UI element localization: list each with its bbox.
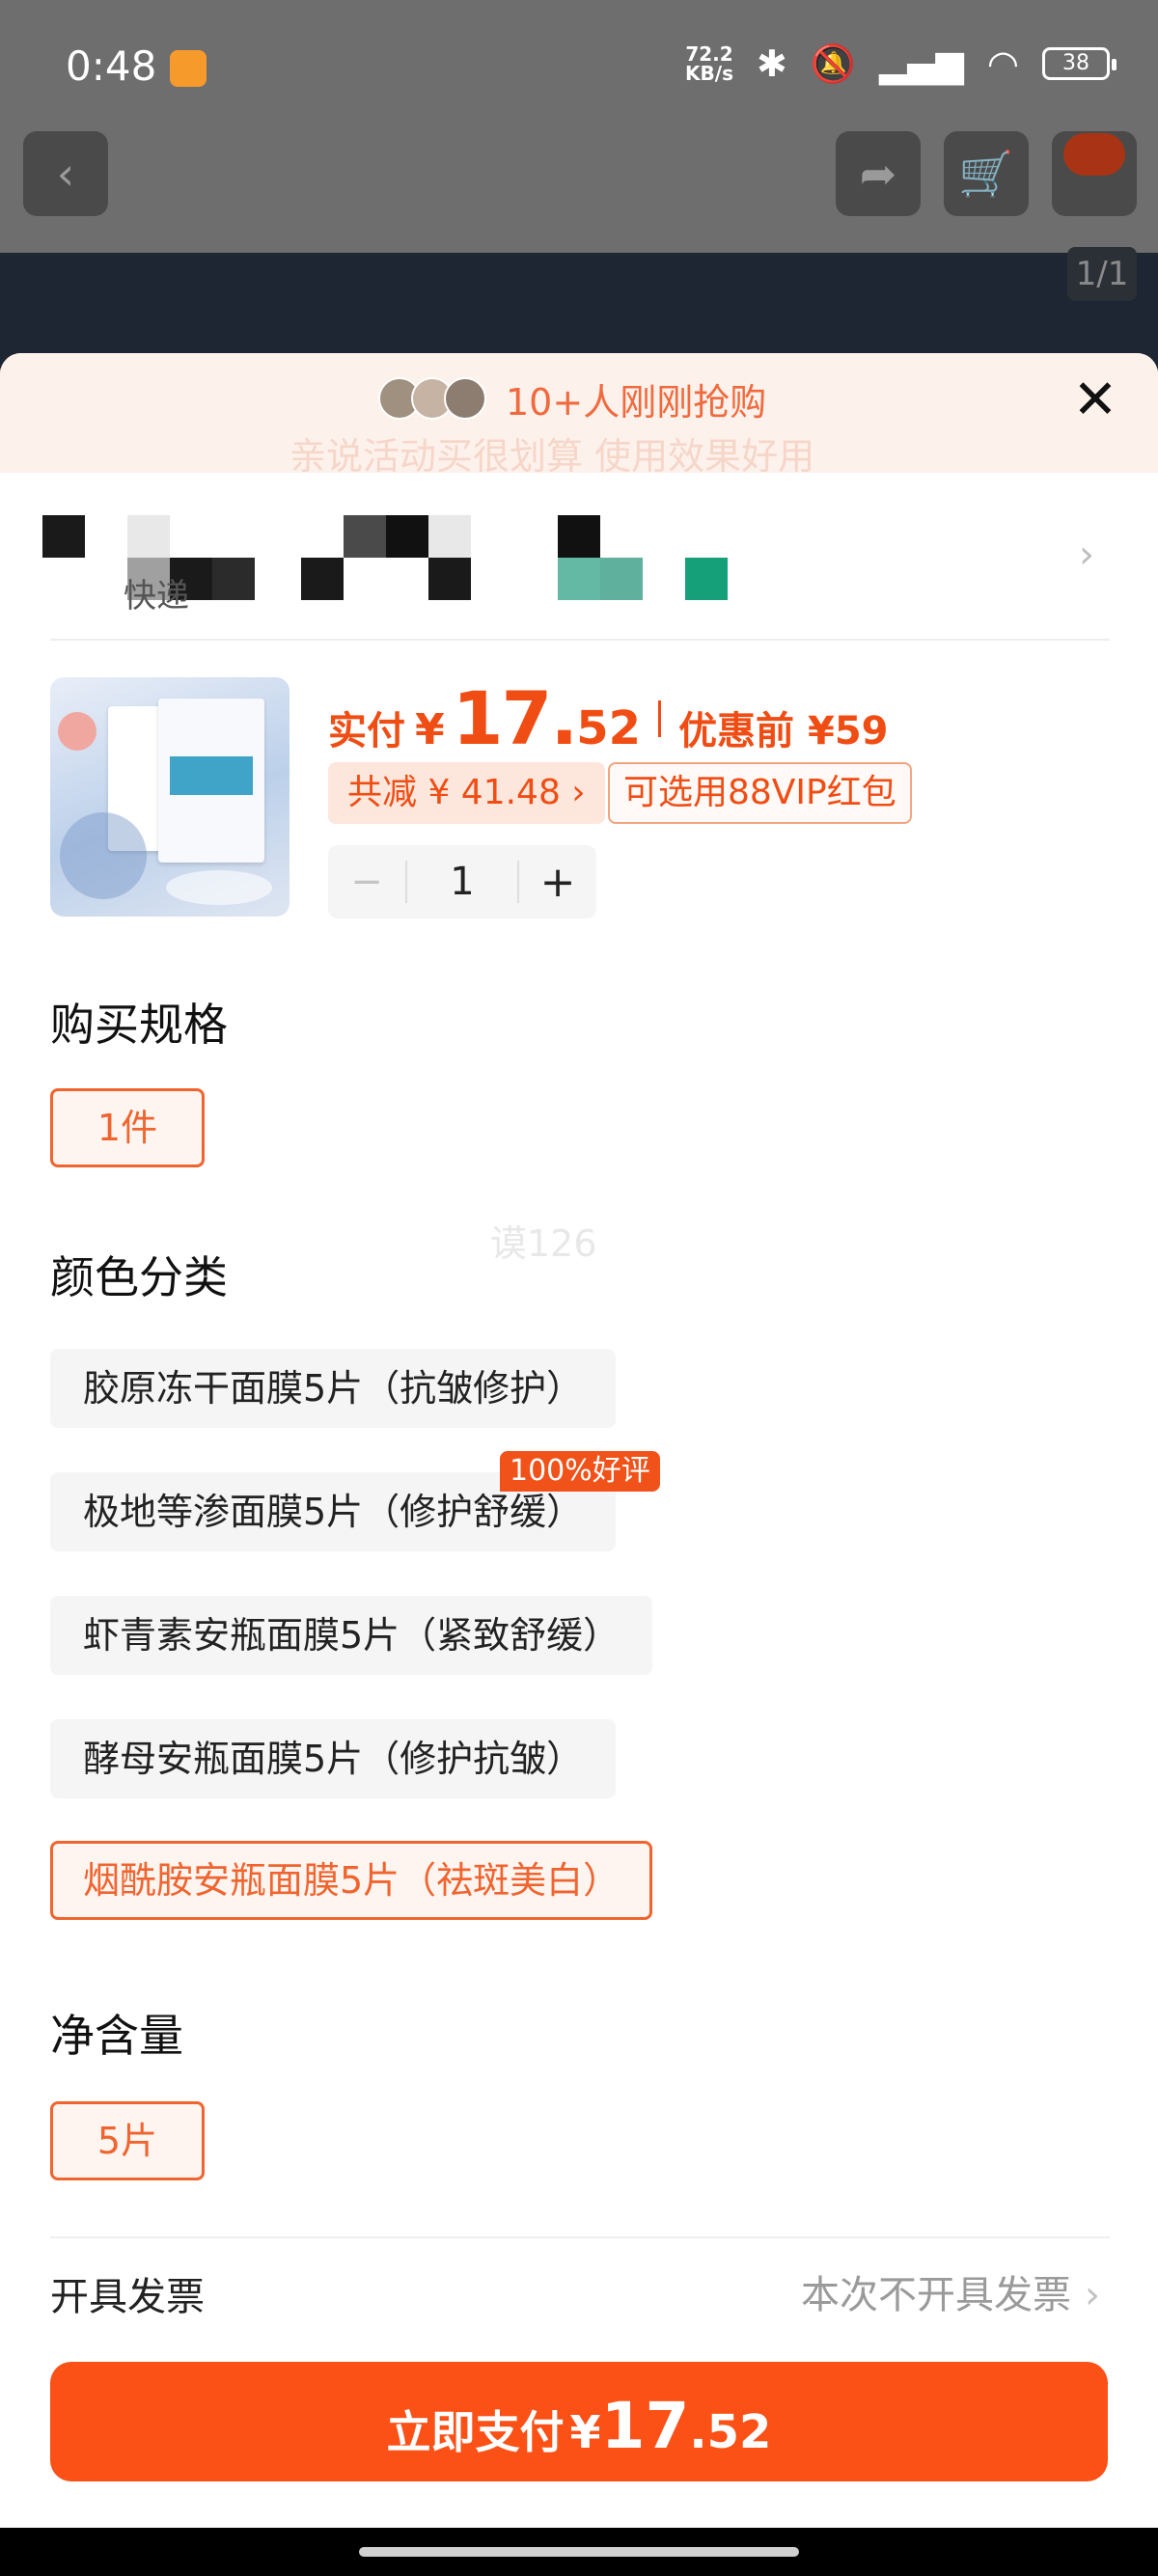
net-content-option[interactable]: 5片 — [50, 2101, 205, 2180]
bluetooth-icon: ✱ — [756, 42, 787, 85]
status-time: 0:48 — [66, 42, 157, 90]
pay-currency: ¥ — [569, 2406, 601, 2458]
chevron-left-icon: ‹ — [56, 148, 75, 200]
redacted-block — [42, 515, 85, 558]
network-speed-unit: KB/s — [685, 62, 733, 85]
buyer-avatars — [378, 377, 486, 420]
price-before-discount: 优惠前 ¥59 — [678, 709, 889, 754]
rating-tag: 100%好评 — [500, 1451, 660, 1492]
back-button[interactable]: ‹ — [23, 131, 108, 216]
thumb-dish — [166, 870, 272, 905]
product-thumbnail[interactable] — [50, 677, 290, 917]
discount-chip[interactable]: 共减 ¥ 41.48 › — [328, 762, 605, 824]
decrease-button[interactable]: − — [328, 860, 405, 904]
chevron-right-icon: › — [1079, 533, 1094, 577]
pay-now-button[interactable]: 立即支付 ¥ 17 .52 — [50, 2362, 1108, 2481]
price-separator — [658, 699, 662, 737]
redacted-block — [127, 515, 170, 558]
redacted-block — [428, 558, 471, 600]
increase-button[interactable]: + — [519, 858, 596, 907]
thumb-flask — [60, 812, 147, 899]
image-counter: 1/1 — [1067, 247, 1137, 301]
pay-label: 立即支付 — [386, 2406, 565, 2458]
buyers-banner: 亲说活动买很划算 使用效果好用 10+人刚刚抢购 ✕ — [0, 353, 1158, 478]
price-label: 实付 — [328, 709, 405, 754]
quantity-stepper: − 1 + — [328, 845, 596, 918]
more-button[interactable] — [1052, 131, 1137, 216]
thumb-badge — [58, 712, 96, 751]
network-speed: 72.2 KB/s — [685, 44, 733, 83]
redacted-block — [386, 515, 428, 558]
redacted-block — [600, 558, 643, 600]
share-button[interactable]: ➦ — [836, 131, 921, 216]
redacted-block — [428, 515, 471, 558]
thumb-box — [158, 699, 264, 863]
banner-scroll-text: 亲说活动买很划算 使用效果好用 — [290, 435, 815, 478]
redacted-block — [685, 558, 728, 600]
share-icon: ➦ — [859, 148, 897, 200]
quantity-value[interactable]: 1 — [405, 861, 519, 903]
invoice-value: 本次不开具发票 › — [801, 2263, 1100, 2319]
pay-amount-decimal: .52 — [689, 2405, 772, 2459]
redacted-block — [301, 558, 344, 600]
color-option[interactable]: 胶原冻干面膜5片（抗皱修护） — [50, 1349, 617, 1428]
home-indicator[interactable] — [359, 2547, 799, 2557]
color-option[interactable]: 虾青素安瓶面膜5片（紧致舒缓） — [50, 1596, 653, 1675]
color-title: 颜色分类 — [50, 1251, 228, 1303]
price-row: 实付 ¥ 17. 52 优惠前 ¥59 — [328, 675, 888, 761]
divider — [50, 2236, 1110, 2238]
signal-icon: ▂▄▆ — [879, 42, 964, 85]
redacted-block — [558, 558, 600, 600]
banner-row: 10+人刚刚抢购 — [378, 374, 767, 424]
cart-button[interactable]: 🛒 — [944, 131, 1029, 216]
chevron-right-icon: › — [1085, 2273, 1100, 2317]
redacted-block — [344, 515, 386, 558]
color-option[interactable]: 酵母安瓶面膜5片（修护抗皱） — [50, 1719, 617, 1798]
wifi-icon: ◠ — [986, 42, 1019, 85]
price-decimal: 52 — [576, 701, 642, 755]
price-integer: 17. — [452, 675, 579, 761]
close-button[interactable]: ✕ — [1071, 373, 1119, 427]
app-notification-icon — [170, 50, 207, 87]
redacted-block — [558, 515, 600, 558]
message-badge-icon — [1063, 133, 1125, 176]
avatar — [444, 377, 486, 420]
battery-icon: 38 — [1042, 47, 1117, 80]
close-icon: ✕ — [1072, 369, 1118, 431]
spec-option[interactable]: 1件 — [50, 1088, 205, 1167]
banner-text: 10+人刚刚抢购 — [506, 380, 767, 424]
address-tail-text: 快递 — [124, 577, 189, 616]
pay-amount-integer: 17 — [600, 2389, 690, 2463]
mute-bell-icon: 🔕 — [810, 42, 857, 85]
divider — [50, 639, 1110, 641]
spec-title: 购买规格 — [50, 999, 228, 1051]
cart-icon: 🛒 — [958, 148, 1014, 200]
vip-redpacket-chip[interactable]: 可选用88VIP红包 — [608, 762, 912, 824]
sku-sheet: 亲说活动买很划算 使用效果好用 10+人刚刚抢购 ✕ 快递 › 实付 ¥ 17.… — [0, 353, 1158, 2528]
network-speed-value: 72.2 — [685, 42, 733, 66]
status-bar: 0:48 72.2 KB/s ✱ 🔕 ▂▄▆ ◠ 38 — [0, 0, 1158, 125]
invoice-label: 开具发票 — [50, 2275, 205, 2319]
redacted-block — [212, 558, 255, 600]
product-image-area — [0, 253, 1158, 369]
invoice-value-text: 本次不开具发票 — [801, 2273, 1071, 2317]
watermark-text: 谟126 — [490, 1222, 597, 1265]
net-content-title: 净含量 — [50, 2010, 183, 2062]
top-nav: ‹ ➦ 🛒 — [0, 131, 1158, 218]
screen: 0:48 72.2 KB/s ✱ 🔕 ▂▄▆ ◠ 38 ‹ ➦ 🛒 1/1 亲说… — [0, 0, 1158, 2576]
status-icons: 72.2 KB/s ✱ 🔕 ▂▄▆ ◠ 38 — [685, 42, 1117, 85]
price-currency: ¥ — [415, 705, 445, 754]
color-option-selected[interactable]: 烟酰胺安瓶面膜5片（祛斑美白） — [50, 1841, 653, 1920]
